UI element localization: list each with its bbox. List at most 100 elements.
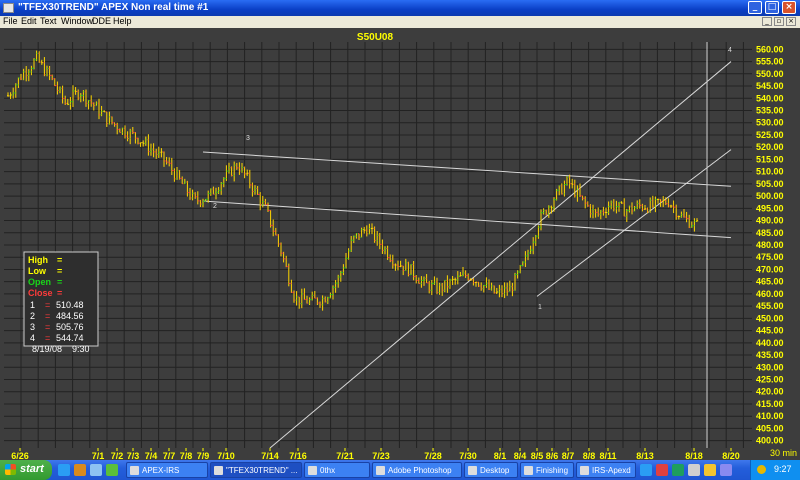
- x-tick-label: 8/1: [494, 451, 507, 460]
- info-low-label: Low: [28, 266, 47, 276]
- task-finishing[interactable]: Finishing: [520, 462, 574, 478]
- start-button[interactable]: start: [0, 460, 52, 480]
- media-quicklaunch-icon[interactable]: [74, 464, 86, 476]
- window-title: "TFEX30TREND" APEX Non real time #1: [18, 2, 209, 13]
- x-tick-label: 8/7: [562, 451, 575, 460]
- chart-symbol-label: S50U08: [357, 32, 394, 43]
- task-label: IRS-Apexd: [592, 466, 631, 475]
- info-point-4-value: 544.74: [56, 333, 84, 343]
- x-tick-label: 7/30: [459, 451, 477, 460]
- info-point-3-sep: =: [45, 322, 50, 332]
- app-quicklaunch-icon[interactable]: [106, 464, 118, 476]
- info-point-2-value: 484.56: [56, 311, 84, 321]
- mdi-close-button[interactable]: ×: [786, 17, 796, 26]
- maximize-button[interactable]: □: [765, 1, 779, 14]
- y-tick-label: 510.00: [756, 167, 784, 177]
- x-tick-label: 7/8: [180, 451, 193, 460]
- x-tick-label: 8/6: [546, 451, 559, 460]
- y-tick-label: 400.00: [756, 436, 784, 446]
- title-bar[interactable]: "TFEX30TREND" APEX Non real time #1 _ □ …: [0, 0, 800, 16]
- x-tick-label: 8/20: [722, 451, 740, 460]
- y-tick-label: 485.00: [756, 228, 784, 238]
- chart-canvas: 1234 400.00405.00410.00415.00420.00425.0…: [0, 28, 800, 461]
- task-tfex30trend[interactable]: "TFEX30TREND" ...: [210, 462, 302, 478]
- menu-dde[interactable]: DDE: [92, 16, 111, 26]
- y-tick-label: 530.00: [756, 118, 784, 128]
- info-point-2-sep: =: [45, 311, 50, 321]
- y-tick-label: 430.00: [756, 362, 784, 372]
- y-tick-label: 470.00: [756, 264, 784, 274]
- point-marker-4: 4: [728, 47, 732, 54]
- task-window-icon: [214, 466, 223, 475]
- task-irs-apexd[interactable]: IRS-Apexd: [576, 462, 636, 478]
- y-tick-label: 410.00: [756, 411, 784, 421]
- mdi-minimize-button[interactable]: _: [762, 17, 772, 26]
- tray-antivirus-icon[interactable]: [656, 464, 668, 476]
- mdi-restore-button[interactable]: ▫: [774, 17, 784, 26]
- menu-help[interactable]: Help: [113, 16, 132, 26]
- y-tick-label: 420.00: [756, 387, 784, 397]
- close-button[interactable]: ×: [782, 1, 796, 14]
- x-tick-label: 7/9: [197, 451, 210, 460]
- task-0thx[interactable]: 0thx: [304, 462, 370, 478]
- folder-icon: [580, 466, 589, 475]
- tray-volume-icon[interactable]: [688, 464, 700, 476]
- info-point-3-value: 505.76: [56, 322, 84, 332]
- info-high-sep: =: [57, 255, 62, 265]
- x-tick-label: 7/21: [336, 451, 354, 460]
- x-tick-label: 7/3: [127, 451, 140, 460]
- task-apex-irs[interactable]: APEX-IRS: [126, 462, 208, 478]
- y-tick-label: 495.00: [756, 203, 784, 213]
- folder-icon: [468, 466, 477, 475]
- info-box: High = Low = Open = Close = 1 = 510.48 2…: [23, 251, 99, 354]
- minimize-button[interactable]: _: [748, 1, 762, 14]
- ie-quicklaunch-icon[interactable]: [58, 464, 70, 476]
- x-tick-label: 8/4: [514, 451, 527, 460]
- menu-file[interactable]: File: [3, 16, 18, 26]
- start-label: start: [20, 463, 44, 475]
- x-tick-label: 8/13: [636, 451, 654, 460]
- y-tick-label: 550.00: [756, 69, 784, 79]
- price-chart[interactable]: 1234 400.00 405.00 410.00 415.00 420.00 425.0…: [0, 28, 800, 461]
- info-close-label: Close: [28, 288, 53, 298]
- task-label: Finishing: [536, 466, 569, 475]
- tray-app-icon[interactable]: [672, 464, 684, 476]
- tray-messenger-icon[interactable]: [704, 464, 716, 476]
- tray-network-icon[interactable]: [640, 464, 652, 476]
- timeframe-label: 30 min: [770, 448, 797, 458]
- x-tick-label: 7/2: [111, 451, 124, 460]
- point-marker-3: 3: [246, 135, 250, 142]
- info-point-1-value: 510.48: [56, 300, 84, 310]
- task-label: APEX-IRS: [142, 466, 180, 475]
- info-point-2-num: 2: [30, 311, 35, 321]
- x-tick-label: 8/18: [685, 451, 703, 460]
- task-adobe-photoshop[interactable]: Adobe Photoshop: [372, 462, 462, 478]
- y-tick-label: 450.00: [756, 313, 784, 323]
- menu-edit[interactable]: Edit: [21, 16, 37, 26]
- folder-icon: [524, 466, 533, 475]
- x-tick-label: 7/28: [424, 451, 442, 460]
- desktop-quicklaunch-icon[interactable]: [90, 464, 102, 476]
- task-window-icon: [130, 466, 139, 475]
- chart-background: [0, 28, 800, 460]
- menu-window[interactable]: Window: [61, 16, 93, 26]
- info-point-1-sep: =: [45, 300, 50, 310]
- task-desktop[interactable]: Desktop: [464, 462, 518, 478]
- menu-text[interactable]: Text: [40, 16, 57, 26]
- info-point-3-num: 3: [30, 322, 35, 332]
- y-tick-label: 475.00: [756, 252, 784, 262]
- info-date: 8/19/08: [32, 344, 62, 354]
- y-tick-label: 455.00: [756, 301, 784, 311]
- y-tick-label: 560.00: [756, 44, 784, 54]
- x-tick-label: 7/14: [261, 451, 279, 460]
- app-icon[interactable]: [3, 3, 14, 13]
- tray-misc-icon[interactable]: [720, 464, 732, 476]
- x-tick-label: 8/5: [531, 451, 544, 460]
- y-tick-label: 425.00: [756, 375, 784, 385]
- y-tick-label: 520.00: [756, 142, 784, 152]
- y-tick-label: 480.00: [756, 240, 784, 250]
- tray-shield-icon[interactable]: [757, 465, 766, 474]
- system-tray: 9:27: [750, 460, 800, 480]
- x-tick-label: 7/23: [372, 451, 390, 460]
- y-tick-label: 460.00: [756, 289, 784, 299]
